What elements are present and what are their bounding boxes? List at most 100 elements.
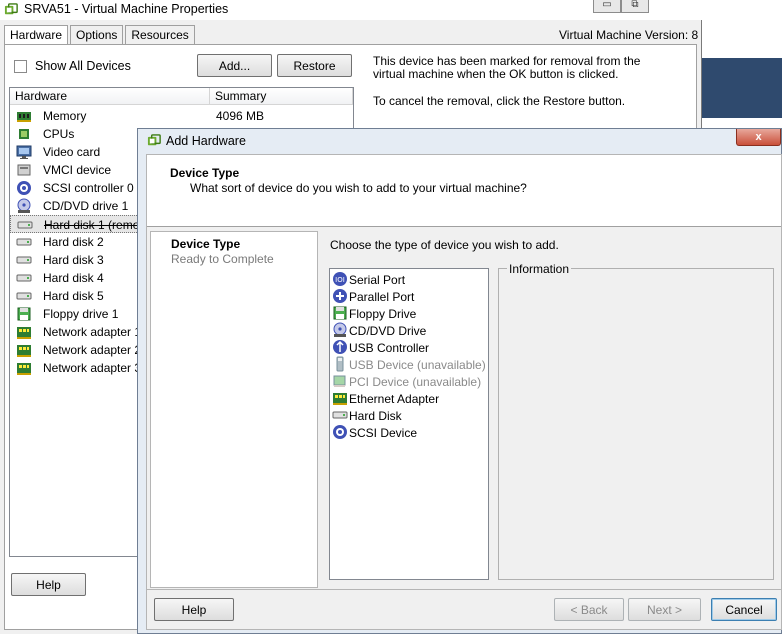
device-item-ethernet-adapter[interactable]: Ethernet Adapter [331, 390, 487, 407]
hardware-name: CPUs [43, 127, 75, 141]
window-controls: ▭ ⧉ [593, 0, 649, 13]
network-adapter-icon [16, 342, 32, 358]
device-label: Serial Port [349, 273, 406, 287]
hardware-name: Network adapter 3 [43, 361, 142, 375]
device-type-list: IOI Serial Port Parallel Port Floppy Dri… [329, 268, 489, 580]
dialog-title: Add Hardware [166, 134, 246, 148]
restore-window-button[interactable]: ⧉ [621, 0, 649, 13]
device-label: PCI Device (unavailable) [349, 375, 482, 389]
restore-button[interactable]: Restore [277, 54, 352, 77]
parallel-port-icon [332, 288, 348, 304]
hardware-list-header: Hardware Summary [10, 88, 353, 105]
hardware-name: CD/DVD drive 1 [43, 199, 129, 213]
column-summary[interactable]: Summary [210, 88, 353, 105]
column-hardware[interactable]: Hardware [10, 88, 210, 105]
usb-device-icon [332, 356, 348, 372]
floppy-icon [16, 306, 32, 322]
device-item-scsi-device[interactable]: SCSI Device [331, 424, 487, 441]
show-all-devices-row[interactable]: Show All Devices [14, 59, 131, 73]
hard-disk-icon [16, 288, 32, 304]
tab-resources[interactable]: Resources [125, 25, 195, 44]
properties-tabs: Hardware Options Resources [4, 25, 197, 45]
background-app-strip [702, 58, 782, 118]
wizard-header: Device Type What sort of device do you w… [147, 155, 781, 227]
video-card-icon [16, 144, 32, 160]
next-button[interactable]: Next > [628, 598, 701, 621]
hard-disk-icon [16, 270, 32, 286]
device-item-hard-disk[interactable]: Hard Disk [331, 407, 487, 424]
device-item-pci-device: PCI Device (unavailable) [331, 373, 487, 390]
scsi-controller-icon [16, 180, 32, 196]
scsi-device-icon [332, 424, 348, 440]
hardware-name: Hard disk 4 [43, 271, 104, 285]
device-item-usb-device: USB Device (unavailable) [331, 356, 487, 373]
tab-options[interactable]: Options [70, 25, 124, 44]
network-adapter-icon [16, 324, 32, 340]
add-hardware-dialog: Add Hardware x Device Type What sort of … [137, 128, 782, 634]
device-label: USB Device (unavailable) [349, 358, 486, 372]
hardware-row-memory[interactable]: Memory 4096 MB [10, 107, 353, 125]
hardware-name: VMCI device [43, 163, 112, 177]
hard-disk-icon [16, 234, 32, 250]
vsphere-app-icon [4, 3, 19, 18]
wizard-header-subtitle: What sort of device do you wish to add t… [190, 181, 527, 195]
network-adapter-icon [16, 360, 32, 376]
vm-version-label: Virtual Machine Version: 8 [559, 28, 699, 42]
memory-icon [16, 108, 32, 124]
vm-properties-titlebar: SRVA51 - Virtual Machine Properties ▭ ⧉ [0, 0, 702, 20]
tab-hardware[interactable]: Hardware [4, 25, 69, 45]
hardware-name: Hard disk 2 [43, 235, 104, 249]
usb-controller-icon [332, 339, 348, 355]
hard-disk-icon [16, 252, 32, 268]
device-item-serial-port[interactable]: IOI Serial Port [331, 271, 487, 288]
hardware-name: Hard disk 5 [43, 289, 104, 303]
wizard-steps: Device Type Ready to Complete [150, 231, 318, 588]
close-button[interactable]: x [736, 129, 781, 146]
hardware-name: Video card [43, 145, 101, 159]
vm-properties-title: SRVA51 - Virtual Machine Properties [24, 2, 229, 16]
removal-message: This device has been marked for removal … [373, 54, 641, 81]
device-label: Floppy Drive [349, 307, 417, 321]
pci-device-icon [332, 373, 348, 389]
svg-text:IOI: IOI [335, 276, 345, 284]
information-legend: Information [507, 262, 572, 276]
device-label: SCSI Device [349, 426, 418, 440]
cancel-removal-message: To cancel the removal, click the Restore… [373, 94, 626, 108]
device-item-usb-controller[interactable]: USB Controller [331, 339, 487, 356]
device-label: Parallel Port [349, 290, 415, 304]
hardware-name: Floppy drive 1 [43, 307, 119, 321]
wizard-step-ready-to-complete: Ready to Complete [171, 252, 274, 266]
device-label: Ethernet Adapter [349, 392, 440, 406]
back-button[interactable]: < Back [554, 598, 624, 621]
hard-disk-icon [332, 407, 348, 423]
close-icon: x [755, 131, 762, 143]
hardware-name: SCSI controller 0 [43, 181, 134, 195]
show-all-devices-checkbox[interactable] [14, 59, 27, 73]
device-label: CD/DVD Drive [349, 324, 427, 338]
device-label: USB Controller [349, 341, 430, 355]
footer-divider [147, 589, 781, 590]
serial-port-icon: IOI [332, 271, 348, 287]
minimize-button[interactable]: ▭ [593, 0, 621, 13]
network-adapter-icon [332, 390, 348, 406]
cd-dvd-icon [16, 198, 32, 214]
floppy-icon [332, 305, 348, 321]
device-type-instruction: Choose the type of device you wish to ad… [330, 238, 559, 252]
help-button[interactable]: Help [11, 573, 86, 596]
information-panel: Information [498, 262, 774, 580]
device-item-cd-dvd-drive[interactable]: CD/DVD Drive [331, 322, 487, 339]
hardware-name: Hard disk 3 [43, 253, 104, 267]
hardware-name: Network adapter 1 [43, 325, 142, 339]
dialog-help-button[interactable]: Help [154, 598, 234, 621]
show-all-devices-label: Show All Devices [35, 59, 131, 73]
wizard-step-device-type[interactable]: Device Type [171, 237, 240, 251]
device-item-parallel-port[interactable]: Parallel Port [331, 288, 487, 305]
wizard-header-title: Device Type [170, 166, 240, 180]
vsphere-app-icon [147, 134, 162, 149]
vmci-icon [16, 162, 32, 178]
add-hardware-button[interactable]: Add... [197, 54, 272, 77]
device-item-floppy-drive[interactable]: Floppy Drive [331, 305, 487, 322]
cancel-button[interactable]: Cancel [711, 598, 777, 621]
hardware-name: Memory [43, 109, 87, 123]
dialog-body: Device Type What sort of device do you w… [146, 154, 782, 630]
